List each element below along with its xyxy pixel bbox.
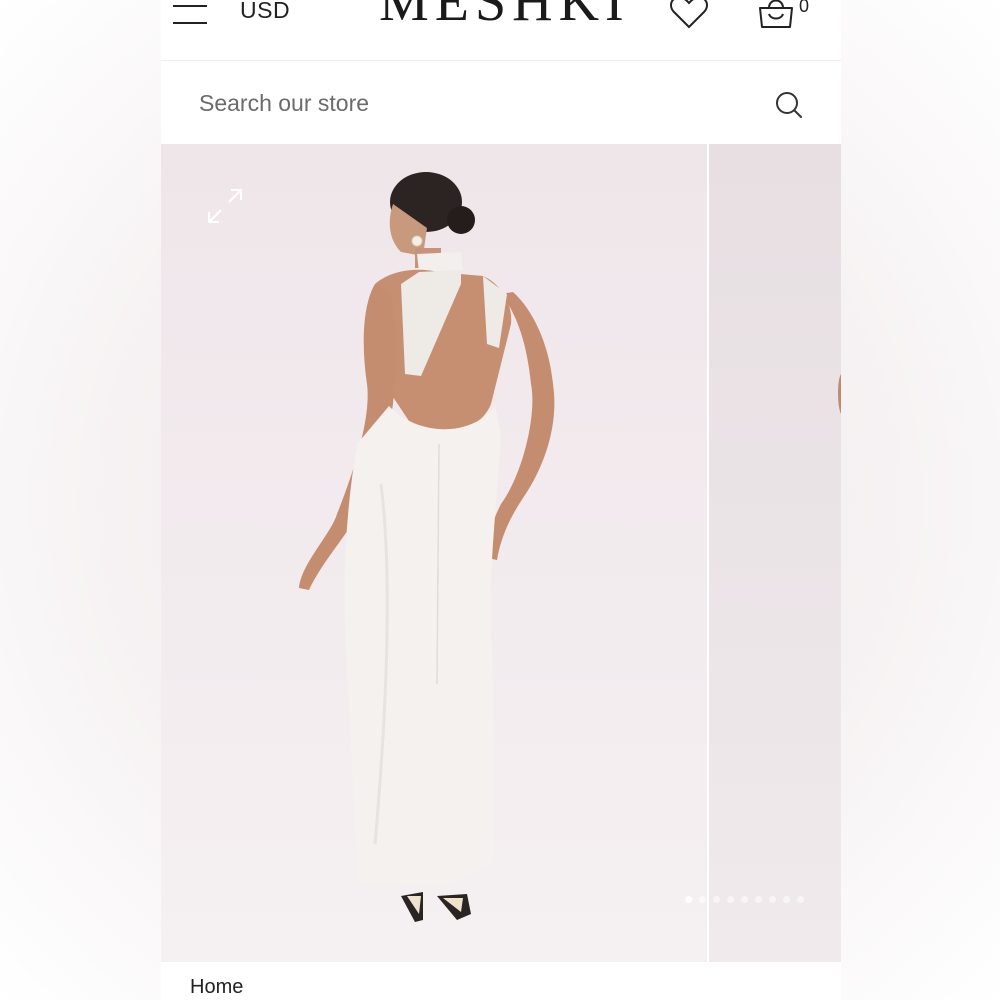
next-image-preview — [838, 374, 841, 414]
shopping-bag-icon — [759, 0, 793, 28]
search-bar — [161, 61, 841, 144]
gallery-dot[interactable] — [755, 896, 762, 903]
cart-count-badge: 0 — [799, 0, 810, 16]
gallery-dot[interactable] — [783, 896, 790, 903]
search-input[interactable] — [199, 83, 739, 123]
product-image-next[interactable] — [709, 144, 841, 962]
gallery-dot[interactable] — [699, 896, 706, 903]
currency-selector[interactable]: USD — [240, 0, 290, 24]
wishlist-heart-icon[interactable] — [669, 0, 709, 30]
breadcrumb-home-link[interactable]: Home — [190, 976, 243, 999]
product-image-gallery[interactable] — [161, 144, 841, 962]
expand-fullscreen-icon[interactable] — [205, 186, 245, 226]
gallery-dot[interactable] — [769, 896, 776, 903]
brand-logo[interactable]: MESHKI — [379, 0, 630, 30]
gallery-dot[interactable] — [797, 896, 804, 903]
hamburger-menu-icon[interactable] — [173, 0, 207, 30]
gallery-dot[interactable] — [727, 896, 734, 903]
cart-button[interactable]: 0 — [757, 0, 817, 34]
search-icon[interactable] — [775, 91, 803, 119]
model-in-white-halter-dress-image — [299, 172, 555, 922]
gallery-dot[interactable] — [713, 896, 720, 903]
gallery-pagination-dots[interactable] — [685, 896, 804, 906]
site-header: USD MESHKI 0 — [161, 0, 841, 61]
mobile-page: USD MESHKI 0 Search our store Home — [161, 0, 841, 1000]
product-image-main[interactable] — [161, 144, 707, 962]
gallery-dot[interactable] — [685, 896, 692, 903]
gallery-dot[interactable] — [741, 896, 748, 903]
